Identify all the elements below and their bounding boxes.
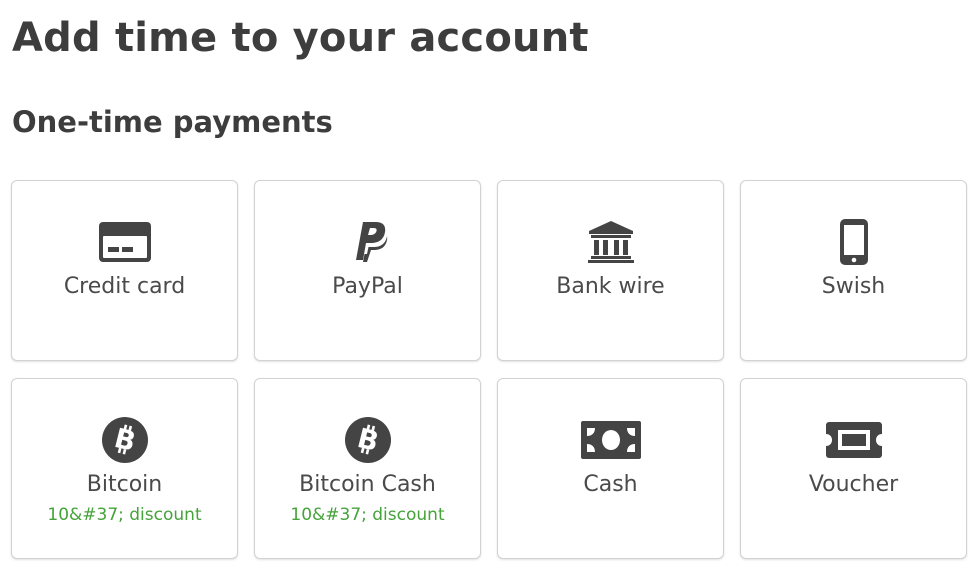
payment-option-label: Credit card — [63, 274, 186, 299]
payment-option-credit-card[interactable]: Credit card — [11, 180, 238, 361]
page-title: Add time to your account — [12, 15, 589, 61]
payment-option-voucher[interactable]: Voucher — [740, 378, 967, 559]
mobile-phone-icon — [741, 219, 966, 265]
payment-methods-grid: Credit card PayPal Bank wire Swish B Bit… — [11, 180, 967, 559]
section-title: One-time payments — [12, 105, 333, 139]
payment-option-label: Bitcoin Cash — [299, 472, 436, 497]
payment-option-label: Cash — [583, 472, 638, 497]
payment-option-bitcoin[interactable]: B Bitcoin 10&#37; discount — [11, 378, 238, 559]
payment-option-label: Bitcoin — [86, 472, 163, 497]
payment-option-swish[interactable]: Swish — [740, 180, 967, 361]
bitcoin-icon: B — [255, 417, 480, 463]
discount-label: 10&#37; discount — [47, 505, 202, 525]
payment-option-label: PayPal — [332, 274, 403, 299]
voucher-ticket-icon — [741, 417, 966, 463]
payment-option-label: Swish — [821, 274, 886, 299]
payment-option-cash[interactable]: Cash — [497, 378, 724, 559]
payment-option-label: Bank wire — [556, 274, 665, 299]
payment-option-paypal[interactable]: PayPal — [254, 180, 481, 361]
payment-option-bitcoin-cash[interactable]: B Bitcoin Cash 10&#37; discount — [254, 378, 481, 559]
bitcoin-icon: B — [12, 417, 237, 463]
paypal-icon — [255, 219, 480, 265]
banknote-icon — [498, 417, 723, 463]
payment-option-label: Voucher — [808, 472, 899, 497]
discount-label: 10&#37; discount — [290, 505, 445, 525]
bank-icon — [498, 219, 723, 265]
payment-option-bank-wire[interactable]: Bank wire — [497, 180, 724, 361]
credit-card-icon — [12, 219, 237, 265]
